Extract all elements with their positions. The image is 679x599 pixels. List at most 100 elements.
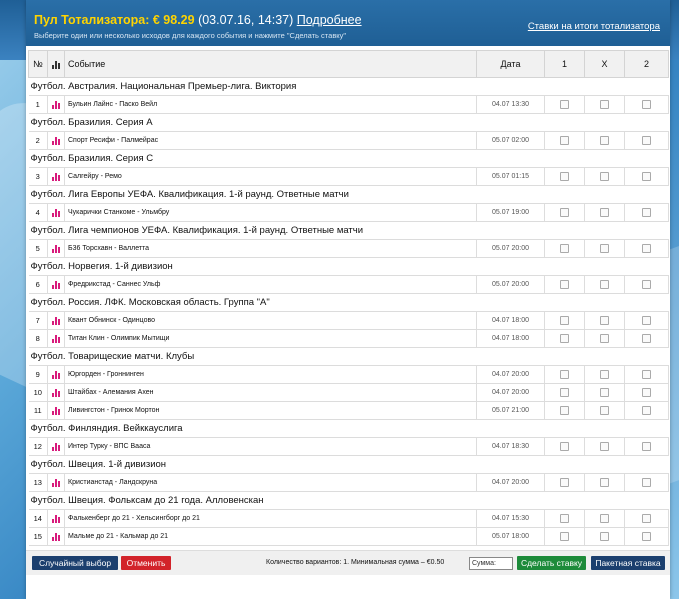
outcome-2-checkbox[interactable] xyxy=(642,514,651,524)
random-choice-button[interactable]: Случайный выбор xyxy=(32,556,118,570)
outcome-2-checkbox[interactable] xyxy=(642,370,651,380)
outcome-2-checkbox[interactable] xyxy=(642,478,651,488)
event-stats-cell[interactable] xyxy=(47,95,65,114)
outcome-1-checkbox[interactable] xyxy=(560,370,569,380)
outcome-x-checkbox[interactable] xyxy=(600,370,609,380)
outcome-1-checkbox[interactable] xyxy=(560,406,569,416)
sum-input[interactable]: Сумма: xyxy=(469,557,513,570)
outcome-x-checkbox[interactable] xyxy=(600,514,609,524)
outcome-1-checkbox[interactable] xyxy=(560,100,569,110)
outcome-x-checkbox[interactable] xyxy=(600,100,609,110)
outcome-1-checkbox[interactable] xyxy=(560,172,569,182)
event-stats-cell[interactable] xyxy=(47,365,65,384)
outcome-x-checkbox[interactable] xyxy=(600,136,609,146)
stats-icon xyxy=(52,60,60,69)
outcome-1-checkbox[interactable] xyxy=(560,244,569,254)
outcome-1-checkbox[interactable] xyxy=(560,280,569,290)
outcome-x-checkbox[interactable] xyxy=(600,334,609,344)
stats-icon[interactable] xyxy=(52,208,60,217)
outcome-2-checkbox[interactable] xyxy=(642,442,651,452)
event-stats-cell[interactable] xyxy=(47,383,65,402)
event-stats-cell[interactable] xyxy=(47,275,65,294)
event-row: 7 Квант Обнинск - Одинцово 04.07 18:00 xyxy=(28,311,669,330)
outcome-1-checkbox[interactable] xyxy=(560,442,569,452)
stats-icon[interactable] xyxy=(52,172,60,181)
outcome-1-cell xyxy=(544,527,585,546)
stats-icon[interactable] xyxy=(52,244,60,253)
event-stats-cell[interactable] xyxy=(47,239,65,258)
outcome-x-checkbox[interactable] xyxy=(600,442,609,452)
event-stats-cell[interactable] xyxy=(47,203,65,222)
outcome-1-checkbox[interactable] xyxy=(560,388,569,398)
event-number: 14 xyxy=(28,509,48,528)
outcome-1-checkbox[interactable] xyxy=(560,532,569,542)
outcome-x-checkbox[interactable] xyxy=(600,280,609,290)
event-stats-cell[interactable] xyxy=(47,473,65,492)
stats-icon[interactable] xyxy=(52,280,60,289)
event-row: 13 Кристианстад - Ландскруна 04.07 20:00 xyxy=(28,473,669,492)
event-stats-cell[interactable] xyxy=(47,167,65,186)
outcome-2-checkbox[interactable] xyxy=(642,316,651,326)
more-link[interactable]: Подробнее xyxy=(297,13,362,27)
event-stats-cell[interactable] xyxy=(47,437,65,456)
outcome-1-checkbox[interactable] xyxy=(560,514,569,524)
event-number: 2 xyxy=(28,131,48,150)
stats-icon[interactable] xyxy=(52,532,60,541)
outcome-x-checkbox[interactable] xyxy=(600,406,609,416)
outcome-1-checkbox[interactable] xyxy=(560,334,569,344)
outcome-2-checkbox[interactable] xyxy=(642,172,651,182)
event-group-title: Футбол. Россия. ЛФК. Московская область.… xyxy=(28,293,669,312)
stats-icon[interactable] xyxy=(52,316,60,325)
outcome-x-cell xyxy=(584,473,625,492)
footer-bar: Случайный выбор Отменить Количество вари… xyxy=(26,550,670,575)
outcome-x-checkbox[interactable] xyxy=(600,532,609,542)
outcome-x-checkbox[interactable] xyxy=(600,388,609,398)
outcome-1-checkbox[interactable] xyxy=(560,208,569,218)
place-bet-button[interactable]: Сделать ставку xyxy=(517,556,586,570)
outcome-2-checkbox[interactable] xyxy=(642,532,651,542)
stats-icon[interactable] xyxy=(52,478,60,487)
event-name: Фалькенберг до 21 - Хельсингборг до 21 xyxy=(64,509,477,528)
event-date: 05.07 21:00 xyxy=(476,401,545,420)
outcome-2-checkbox[interactable] xyxy=(642,244,651,254)
outcome-2-checkbox[interactable] xyxy=(642,280,651,290)
outcome-x-cell xyxy=(584,311,625,330)
outcome-1-checkbox[interactable] xyxy=(560,478,569,488)
stats-icon[interactable] xyxy=(52,334,60,343)
outcome-1-checkbox[interactable] xyxy=(560,136,569,146)
event-number: 11 xyxy=(28,401,48,420)
outcome-x-checkbox[interactable] xyxy=(600,244,609,254)
outcome-x-cell xyxy=(584,437,625,456)
event-row: 9 Юргорден - Гроннинген 04.07 20:00 xyxy=(28,365,669,384)
event-stats-cell[interactable] xyxy=(47,401,65,420)
outcome-2-checkbox[interactable] xyxy=(642,406,651,416)
outcome-2-checkbox[interactable] xyxy=(642,100,651,110)
stats-icon[interactable] xyxy=(52,100,60,109)
results-link[interactable]: Ставки на итоги тотализатора xyxy=(528,21,660,32)
outcome-2-checkbox[interactable] xyxy=(642,208,651,218)
outcome-x-checkbox[interactable] xyxy=(600,208,609,218)
col-event-header: Событие xyxy=(64,50,477,78)
outcome-x-checkbox[interactable] xyxy=(600,316,609,326)
event-stats-cell[interactable] xyxy=(47,131,65,150)
stats-icon[interactable] xyxy=(52,406,60,415)
outcome-1-checkbox[interactable] xyxy=(560,316,569,326)
stats-icon[interactable] xyxy=(52,136,60,145)
cancel-button[interactable]: Отменить xyxy=(121,556,171,570)
stats-icon[interactable] xyxy=(52,370,60,379)
event-stats-cell[interactable] xyxy=(47,311,65,330)
event-stats-cell[interactable] xyxy=(47,329,65,348)
stats-icon[interactable] xyxy=(52,388,60,397)
outcome-x-checkbox[interactable] xyxy=(600,478,609,488)
stats-icon[interactable] xyxy=(52,514,60,523)
outcome-x-checkbox[interactable] xyxy=(600,172,609,182)
event-number: 6 xyxy=(28,275,48,294)
outcome-2-checkbox[interactable] xyxy=(642,136,651,146)
event-stats-cell[interactable] xyxy=(47,527,65,546)
stats-icon[interactable] xyxy=(52,442,60,451)
batch-bet-button[interactable]: Пакетная ставка xyxy=(591,556,665,570)
event-stats-cell[interactable] xyxy=(47,509,65,528)
outcome-2-checkbox[interactable] xyxy=(642,334,651,344)
col-num-header: № xyxy=(28,50,48,78)
outcome-2-checkbox[interactable] xyxy=(642,388,651,398)
